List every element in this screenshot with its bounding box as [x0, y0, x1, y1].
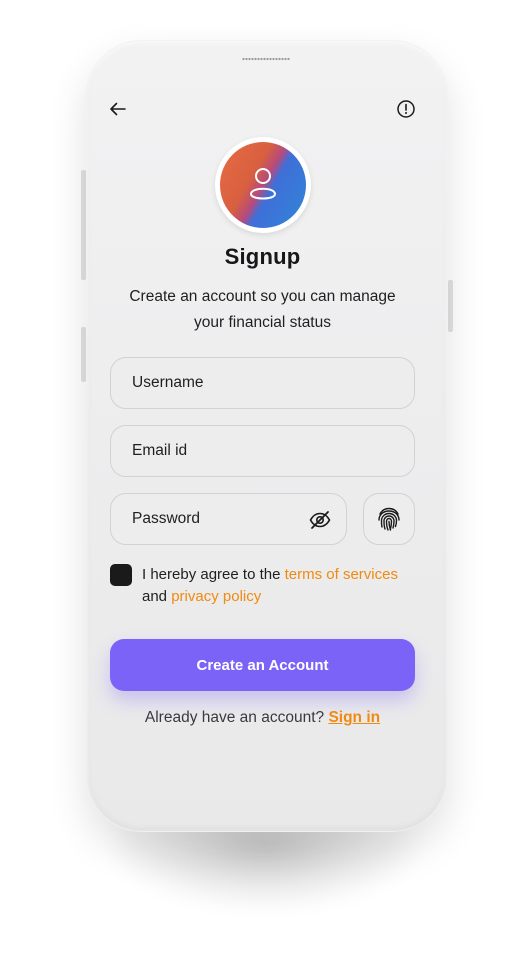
subtitle-line-2: your financial status: [194, 314, 331, 331]
username-input[interactable]: [132, 374, 414, 392]
info-button[interactable]: [394, 97, 418, 121]
password-field[interactable]: [110, 493, 347, 545]
page-title: Signup: [224, 244, 301, 269]
side-button-power: [448, 280, 453, 332]
agreement-and: and: [142, 588, 172, 605]
password-input[interactable]: [132, 510, 292, 528]
email-input[interactable]: [132, 442, 414, 460]
signin-prompt: Already have an account?: [144, 709, 329, 726]
create-account-button[interactable]: Create an Account: [110, 639, 415, 691]
fingerprint-icon: [378, 507, 400, 531]
password-visibility-toggle[interactable]: [308, 508, 332, 532]
privacy-link[interactable]: privacy policy: [171, 588, 261, 605]
subtitle-line-1: Create an account so you can manage: [129, 288, 396, 305]
avatar: [215, 137, 311, 233]
email-field[interactable]: [110, 425, 415, 477]
avatar-gradient: [220, 142, 306, 228]
alert-circle-icon: [397, 100, 415, 118]
agreement-prefix: I hereby agree to the: [142, 566, 285, 583]
signin-row: Already have an account? Sign in: [110, 709, 415, 727]
signin-link[interactable]: Sign in: [328, 709, 380, 726]
back-button[interactable]: [106, 97, 130, 121]
arrow-left-icon: [110, 102, 126, 116]
agreement-text: I hereby agree to the terms of services …: [142, 564, 412, 608]
speaker-grille: [242, 57, 290, 61]
biometric-button[interactable]: [363, 493, 415, 545]
agree-checkbox[interactable]: [110, 564, 132, 586]
terms-link[interactable]: terms of services: [285, 566, 398, 583]
stage: Signup Create an account so you can mana…: [0, 0, 525, 955]
user-icon: [249, 168, 277, 200]
eye-off-icon: [309, 511, 331, 529]
username-field[interactable]: [110, 357, 415, 409]
page-subtitle: Create an account so you can manage your…: [110, 284, 415, 336]
